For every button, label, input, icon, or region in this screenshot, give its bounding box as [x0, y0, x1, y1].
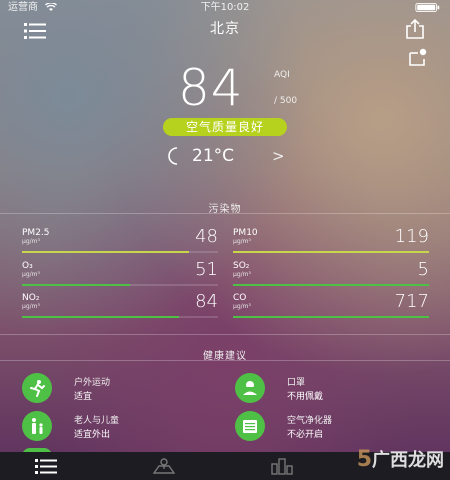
city-title: 北京: [210, 21, 240, 37]
pollutant-name: SO₂: [233, 261, 250, 271]
advice-title: 空气净化器: [287, 416, 333, 426]
pollutant-bar-fill: [22, 316, 179, 318]
pollutant-bar-fill: [233, 316, 429, 318]
pollutant-bar-fill: [233, 284, 429, 286]
share-icon[interactable]: [404, 18, 426, 40]
advice-outdoor-sports[interactable]: 户外运动 适宜: [22, 373, 212, 403]
tab-list-icon[interactable]: [34, 456, 58, 476]
pollutant-bar-fill: [22, 284, 130, 286]
pollutant-unit: μg/m³: [233, 238, 251, 245]
watermark: 5广西龙网: [357, 446, 444, 472]
pollutant-co[interactable]: CO μg/m³ 717: [233, 291, 429, 319]
pollutant-bar: [233, 316, 429, 318]
battery-icon: [415, 3, 440, 12]
watermark-number: 5: [356, 447, 372, 472]
pollutant-name: O₃: [22, 261, 33, 271]
pollutant-unit: μg/m³: [22, 271, 40, 278]
pollutant-name: PM2.5: [22, 228, 50, 238]
advice-desc: 不必开启: [287, 430, 324, 440]
advice-icon-circle: [22, 411, 52, 441]
pollutant-unit: μg/m³: [233, 303, 251, 310]
air-purifier-icon: [243, 420, 257, 433]
aqi-panel: 84 AQI / 500: [0, 62, 450, 122]
bottom-tab-bar: 5广西龙网: [0, 447, 450, 480]
pollutant-bar-fill: [22, 251, 189, 253]
family-icon: [32, 418, 43, 434]
status-bar: 运营商 下午10:02: [0, 0, 450, 16]
advice-desc: 适宜: [74, 392, 93, 402]
pollutant-value: 84: [195, 291, 218, 312]
pollutant-value: 5: [417, 259, 429, 280]
mask-icon: [243, 381, 257, 395]
aqi-label: AQI: [274, 70, 290, 80]
divider: [0, 334, 450, 335]
pollutant-name: NO₂: [22, 293, 40, 303]
advice-air-purifier[interactable]: 空气净化器 不必开启: [235, 411, 425, 441]
pollutant-name: PM10: [233, 228, 258, 238]
tab-city-icon[interactable]: [270, 456, 294, 476]
advice-desc: 不用佩戴: [287, 392, 324, 402]
divider: [0, 213, 450, 214]
pollutant-bar: [233, 251, 429, 253]
pollutant-unit: μg/m³: [22, 238, 40, 245]
weather-row[interactable]: 21°C >: [0, 145, 450, 169]
pollutant-name: CO: [233, 293, 247, 303]
top-navigation: 北京: [0, 16, 450, 40]
pollutant-so2[interactable]: SO₂ μg/m³ 5: [233, 259, 429, 287]
advice-elderly-children[interactable]: 老人与儿童 适宜外出: [22, 411, 212, 441]
advice-desc: 适宜外出: [74, 430, 111, 440]
pollutant-pm10[interactable]: PM10 μg/m³ 119: [233, 226, 429, 254]
pollutant-pm25[interactable]: PM2.5 μg/m³ 48: [22, 226, 218, 254]
pollutant-unit: μg/m³: [22, 303, 40, 310]
pollutant-value: 51: [195, 259, 218, 280]
air-quality-badge: 空气质量良好: [163, 118, 287, 136]
tab-map-icon[interactable]: [152, 456, 176, 476]
pollutant-unit: μg/m³: [233, 271, 251, 278]
running-person-icon: [30, 380, 45, 397]
chevron-right-icon[interactable]: >: [272, 145, 285, 167]
aqi-value: 84: [178, 59, 244, 117]
divider: [0, 360, 450, 361]
watermark-text: 广西龙网: [372, 450, 444, 471]
pollutant-bar: [22, 316, 218, 318]
pollutant-bar: [22, 251, 218, 253]
pollutant-no2[interactable]: NO₂ μg/m³ 84: [22, 291, 218, 319]
advice-title: 口罩: [287, 378, 306, 388]
pollutant-bar: [22, 284, 218, 286]
pollutant-value: 119: [394, 226, 429, 247]
advice-icon-circle: [235, 373, 265, 403]
pollutant-bar-fill: [233, 251, 429, 253]
advice-icon-circle: [22, 373, 52, 403]
status-time: 下午10:02: [200, 2, 250, 13]
pollutant-value: 48: [195, 226, 218, 247]
temperature: 21°C: [192, 146, 235, 166]
pollutant-o3[interactable]: O₃ μg/m³ 51: [22, 259, 218, 287]
aqi-max: / 500: [274, 96, 298, 106]
advice-title: 户外运动: [74, 378, 111, 388]
advice-mask[interactable]: 口罩 不用佩戴: [235, 373, 425, 403]
pollutant-value: 717: [394, 291, 429, 312]
pollutant-bar: [233, 284, 429, 286]
moon-icon: [168, 147, 178, 165]
advice-title: 老人与儿童: [74, 416, 120, 426]
advice-icon-circle: [235, 411, 265, 441]
